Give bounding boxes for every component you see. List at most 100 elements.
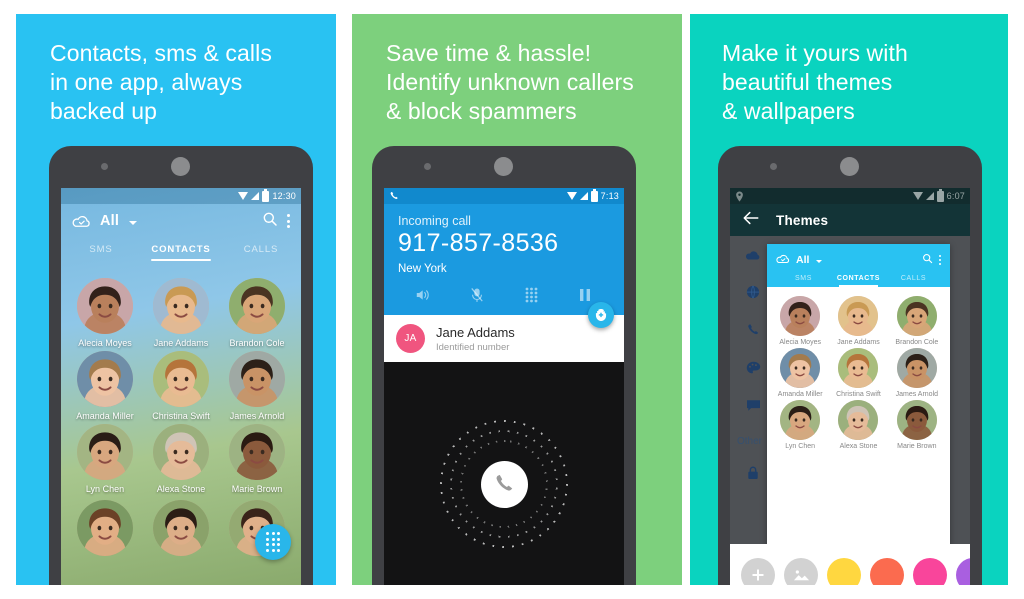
wifi-icon xyxy=(566,192,577,200)
theme-swatch-yellow[interactable] xyxy=(827,558,861,585)
call-location: New York xyxy=(398,263,447,275)
signal-icon xyxy=(579,192,588,200)
status-bar-left xyxy=(735,190,744,202)
dialpad-fab-button[interactable] xyxy=(255,524,291,560)
contact-name: Jane Addams xyxy=(153,338,209,348)
contact-item[interactable]: Lyn Chen xyxy=(771,400,829,450)
theme-color-picker xyxy=(730,544,970,585)
contact-item[interactable]: Alecia Moyes xyxy=(67,278,143,348)
caller-subtitle: Identified number xyxy=(436,341,510,353)
contact-name: Alecia Moyes xyxy=(78,338,132,348)
contact-item[interactable]: Alexa Stone xyxy=(829,400,887,450)
feature-panel-caller-id: Save time & hassle! Identify unknown cal… xyxy=(352,14,682,585)
contact-item[interactable]: Lyn Chen xyxy=(67,424,143,494)
theme-swatch-orange[interactable] xyxy=(870,558,904,585)
phone-icon xyxy=(390,191,398,199)
chevron-down-icon xyxy=(816,259,823,263)
image-icon xyxy=(793,570,809,581)
chat-icon[interactable] xyxy=(746,399,761,417)
overflow-menu-icon[interactable] xyxy=(287,214,290,228)
contact-item[interactable] xyxy=(67,500,143,556)
tab-sms[interactable]: SMS xyxy=(61,241,141,255)
phone-icon[interactable] xyxy=(746,323,760,342)
call-action-row xyxy=(384,284,624,313)
globe-icon[interactable] xyxy=(746,285,760,304)
contact-name: James Arnold xyxy=(895,391,939,398)
answer-call-area xyxy=(384,362,624,585)
theme-swatch-wallpaper[interactable] xyxy=(784,558,818,585)
avatar xyxy=(780,296,821,336)
front-camera-icon xyxy=(171,157,190,176)
chevron-down-icon[interactable] xyxy=(129,220,138,225)
contact-name: Jane Addams xyxy=(837,339,880,346)
contact-item[interactable]: Christina Swift xyxy=(829,348,887,398)
contact-item[interactable]: James Arnold xyxy=(888,348,946,398)
dialpad-icon[interactable] xyxy=(520,286,542,304)
contact-item[interactable]: Jane Addams xyxy=(143,278,219,348)
contact-name: Alexa Stone xyxy=(156,484,206,494)
dialpad-icon xyxy=(265,532,281,552)
avatar xyxy=(896,400,937,440)
contact-name: Amanda Miller xyxy=(76,411,134,421)
cloud-icon xyxy=(776,251,790,269)
avatar xyxy=(153,278,209,334)
identified-caller-card[interactable]: JA Jane Addams Identified number xyxy=(384,302,624,362)
preview-tab-calls: CALLS xyxy=(900,275,927,282)
contact-item[interactable]: Alecia Moyes xyxy=(771,296,829,346)
contact-item[interactable]: Amanda Miller xyxy=(771,348,829,398)
search-icon[interactable] xyxy=(262,211,278,232)
tab-calls[interactable]: CALLS xyxy=(221,241,301,255)
avatar xyxy=(77,424,133,480)
speaker-icon[interactable] xyxy=(412,286,434,304)
contact-name: Christina Swift xyxy=(152,411,210,421)
cloud-icon[interactable] xyxy=(745,248,761,266)
lock-icon[interactable] xyxy=(747,466,759,485)
battery-icon xyxy=(936,188,944,202)
palette-icon[interactable] xyxy=(746,361,761,380)
contact-item[interactable]: Marie Brown xyxy=(219,424,295,494)
contact-item[interactable]: Alexa Stone xyxy=(143,424,219,494)
contact-name: James Arnold xyxy=(229,411,285,421)
theme-swatch-purple[interactable] xyxy=(956,558,970,585)
phone-frame: 12:30 All SMS CONTACTS CALLS Alecia Moye… xyxy=(49,146,313,585)
contact-item[interactable]: Jane Addams xyxy=(829,296,887,346)
phone-bezel-top xyxy=(372,146,636,188)
feature-panel-themes: Make it yours with beautiful themes & wa… xyxy=(690,14,1008,585)
panel-headline: Make it yours with beautiful themes & wa… xyxy=(722,40,908,124)
feature-panel-contacts: Contacts, sms & calls in one app, always… xyxy=(16,14,336,585)
avatar xyxy=(780,400,821,440)
front-camera-icon xyxy=(494,157,513,176)
search-icon xyxy=(922,251,933,269)
contact-item[interactable]: Christina Swift xyxy=(143,351,219,421)
mute-icon[interactable] xyxy=(466,286,488,304)
theme-swatch-add-theme[interactable] xyxy=(741,558,775,585)
add-contact-fab-button[interactable] xyxy=(588,302,614,328)
phone-screen: 12:30 All SMS CONTACTS CALLS Alecia Moye… xyxy=(61,188,301,585)
contact-item[interactable] xyxy=(143,500,219,556)
contact-item[interactable]: Amanda Miller xyxy=(67,351,143,421)
tab-contacts[interactable]: CONTACTS xyxy=(141,241,221,262)
contact-name: Brandon Cole xyxy=(229,338,285,348)
battery-icon xyxy=(590,188,598,202)
contact-name: Lyn Chen xyxy=(85,484,125,494)
contact-item[interactable]: James Arnold xyxy=(219,351,295,421)
sensor-dot-icon xyxy=(770,163,777,170)
contact-item[interactable]: Marie Brown xyxy=(888,400,946,450)
filter-label[interactable]: All xyxy=(100,213,119,229)
themes-content: Other All SMS CONTACTS CALLS Alecia Moye… xyxy=(730,236,970,585)
theme-preview-card[interactable]: All SMS CONTACTS CALLS Alecia Moyes Jane… xyxy=(767,244,950,585)
preview-tab-bar: SMS CONTACTS CALLS xyxy=(776,275,941,287)
wifi-icon xyxy=(238,192,249,200)
panel-headline: Save time & hassle! Identify unknown cal… xyxy=(386,40,634,124)
pause-icon[interactable] xyxy=(574,286,596,304)
back-arrow-icon[interactable] xyxy=(743,211,760,230)
status-bar: 12:30 xyxy=(61,188,301,204)
identified-caller-text: Jane Addams Identified number xyxy=(436,325,515,353)
contact-item[interactable]: Brandon Cole xyxy=(219,278,295,348)
theme-swatch-pink[interactable] xyxy=(913,558,947,585)
contact-item[interactable]: Brandon Cole xyxy=(888,296,946,346)
avatar xyxy=(838,296,879,336)
contact-name: Marie Brown xyxy=(231,484,283,494)
answer-call-button[interactable] xyxy=(480,460,528,508)
cloud-icon[interactable] xyxy=(72,215,91,228)
